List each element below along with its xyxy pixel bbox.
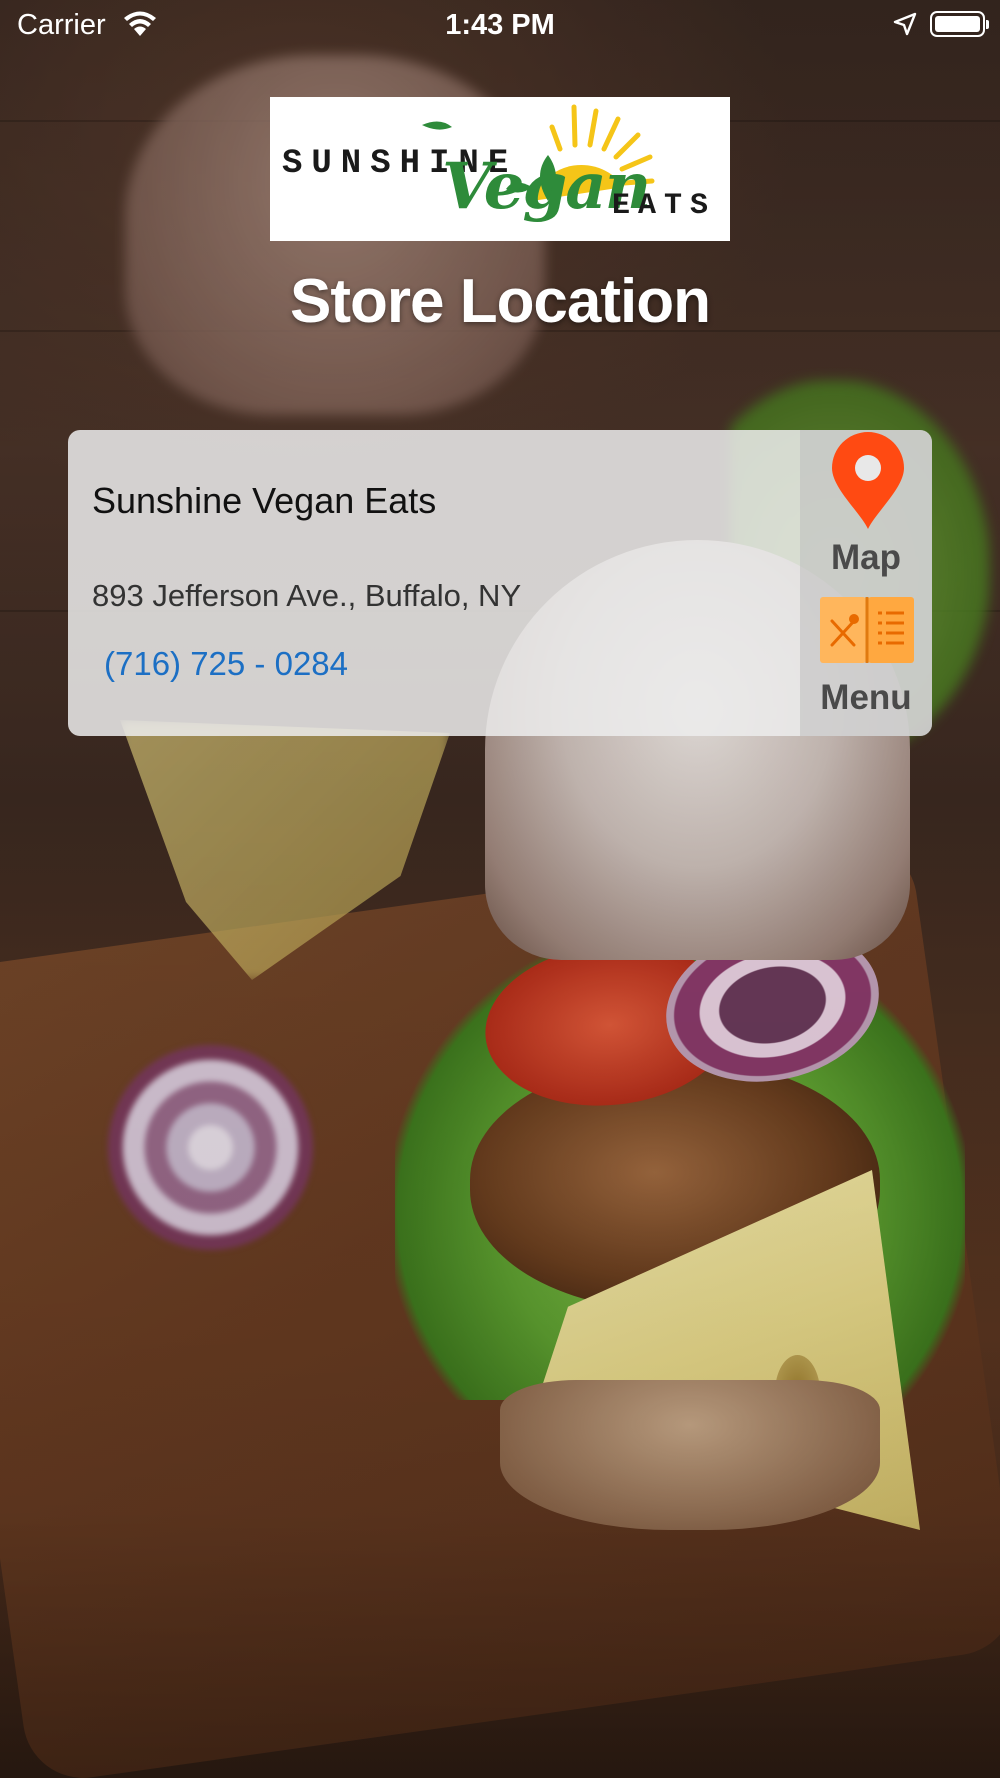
- map-pin-icon: [832, 432, 904, 529]
- store-name: Sunshine Vegan Eats: [92, 480, 437, 521]
- store-address: 893 Jefferson Ave., Buffalo, NY: [92, 578, 522, 613]
- menu-book-icon: [820, 597, 914, 663]
- store-card: Sunshine Vegan Eats 893 Jefferson Ave., …: [68, 430, 932, 736]
- store-phone-link[interactable]: (716) 725 - 0284: [104, 645, 348, 683]
- location-arrow-icon: [893, 12, 917, 36]
- battery-icon: [930, 11, 989, 37]
- menu-button[interactable]: Menu: [800, 595, 932, 736]
- menu-button-label: Menu: [820, 678, 912, 717]
- map-button[interactable]: Map: [800, 430, 932, 580]
- card-actions: Map Menu: [800, 430, 932, 736]
- page-title: Store Location: [289, 267, 711, 336]
- status-bar: Carrier 1:43 PM: [0, 0, 1000, 52]
- sunshine-vegan-eats-logo: SUNSHINE Vegan EATS: [270, 97, 730, 241]
- map-button-label: Map: [831, 538, 901, 577]
- logo-eats-text: EATS: [612, 189, 717, 223]
- clock: 1:43 PM: [445, 9, 555, 41]
